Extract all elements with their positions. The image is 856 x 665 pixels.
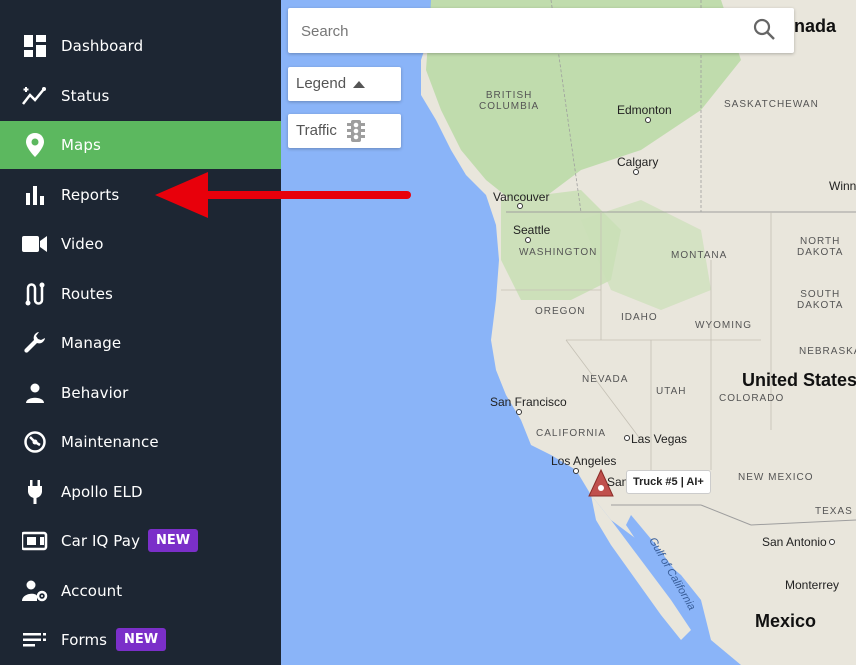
sidebar-item-label: Forms	[61, 631, 108, 649]
sidebar: Dashboard Status Maps Reports Video Rout…	[0, 0, 281, 665]
map-label-seattle: Seattle	[513, 223, 551, 237]
status-icon	[22, 84, 48, 108]
traffic-label: Traffic	[296, 122, 337, 139]
sidebar-item-status[interactable]: Status	[0, 72, 281, 120]
map-label-calgary: Calgary	[617, 155, 659, 169]
map-label-new-mexico: NEW MEXICO	[738, 472, 814, 483]
map-label-utah: UTAH	[656, 386, 687, 397]
sidebar-item-label: Account	[61, 582, 123, 600]
sidebar-item-car-iq-pay[interactable]: Car IQ Pay NEW	[0, 517, 281, 565]
map-label-san-antonio: San Antonio	[762, 535, 827, 549]
map-label-wyoming: WYOMING	[695, 320, 752, 331]
map-label-oregon: OREGON	[535, 306, 586, 317]
city-dot	[573, 468, 579, 474]
map-label-idaho: IDAHO	[621, 312, 658, 323]
sidebar-item-maintenance[interactable]: Maintenance	[0, 418, 281, 466]
search-bar	[288, 8, 794, 53]
city-dot	[633, 169, 639, 175]
sidebar-item-label: Maintenance	[61, 433, 159, 451]
sidebar-item-video[interactable]: Video	[0, 220, 281, 268]
sidebar-item-label: Apollo ELD	[61, 483, 143, 501]
map-label-monterrey: Monterrey	[785, 578, 840, 592]
map-label-united-states: United States	[742, 370, 856, 390]
annotation-arrow-icon	[155, 172, 411, 218]
new-badge: NEW	[116, 628, 167, 651]
sidebar-item-apollo-eld[interactable]: Apollo ELD	[0, 468, 281, 516]
forms-icon	[22, 628, 48, 652]
map-label-colorado: COLORADO	[719, 393, 785, 404]
sidebar-item-forms[interactable]: Forms NEW	[0, 616, 281, 664]
map-label-british-columbia: BRITISH COLUMBIA	[479, 90, 540, 112]
account-settings-icon	[22, 579, 48, 603]
map-label-south-dakota: SOUTH DAKOTA	[797, 289, 844, 311]
truck-label[interactable]: Truck #5 | AI+	[626, 470, 711, 494]
maintenance-icon	[22, 430, 48, 454]
sidebar-item-routes[interactable]: Routes	[0, 270, 281, 318]
sidebar-item-label: Dashboard	[61, 37, 144, 55]
legend-label: Legend	[296, 75, 347, 92]
map-pin-icon	[22, 133, 48, 157]
traffic-light-icon	[347, 120, 365, 142]
city-dot	[624, 435, 630, 441]
routes-icon	[22, 282, 48, 306]
map-label-nebraska: NEBRASKA	[799, 346, 856, 357]
sidebar-item-label: Behavior	[61, 384, 129, 402]
map-label-north-dakota: NORTH DAKOTA	[797, 236, 844, 258]
map-label-vancouver: Vancouver	[493, 190, 550, 204]
map-label-nevada: NEVADA	[582, 374, 629, 385]
map-label-edmonton: Edmonton	[617, 103, 672, 117]
dashboard-icon	[22, 34, 48, 58]
map-label-winnipeg: Winn	[829, 179, 856, 193]
wrench-icon	[22, 331, 48, 355]
search-input[interactable]	[301, 18, 741, 44]
map-label-canada: nada	[794, 16, 837, 36]
video-camera-icon	[22, 232, 48, 256]
sidebar-item-label: Manage	[61, 334, 122, 352]
plug-icon	[22, 480, 48, 504]
sidebar-item-behavior[interactable]: Behavior	[0, 369, 281, 417]
sidebar-item-label: Routes	[61, 285, 113, 303]
map-label-los-angeles: Los Angeles	[551, 454, 617, 468]
caret-up-icon	[353, 81, 365, 88]
sidebar-item-maps[interactable]: Maps	[0, 121, 281, 169]
city-dot	[517, 203, 523, 209]
city-dot	[645, 117, 651, 123]
sidebar-item-manage[interactable]: Manage	[0, 319, 281, 367]
sidebar-item-label: Video	[61, 235, 104, 253]
sidebar-item-label: Status	[61, 87, 110, 105]
search-icon[interactable]	[753, 18, 775, 45]
sidebar-item-account[interactable]: Account	[0, 567, 281, 615]
sidebar-item-label: Reports	[61, 186, 120, 204]
sidebar-item-dashboard[interactable]: Dashboard	[0, 22, 281, 70]
map-label-california: CALIFORNIA	[536, 428, 607, 439]
city-dot	[516, 409, 522, 415]
city-dot	[829, 539, 835, 545]
map-label-san-francisco: San Francisco	[490, 395, 567, 409]
legend-button[interactable]: Legend	[288, 67, 401, 101]
map-label-washington: WASHINGTON	[519, 247, 598, 258]
payment-icon	[22, 529, 48, 553]
new-badge: NEW	[148, 529, 199, 552]
map-label-las-vegas: Las Vegas	[631, 432, 688, 446]
map-label-saskatchewan: SASKATCHEWAN	[724, 99, 819, 110]
sidebar-item-label: Maps	[61, 136, 101, 154]
city-dot	[525, 237, 531, 243]
traffic-button[interactable]: Traffic	[288, 114, 401, 148]
map-label-montana: MONTANA	[671, 250, 728, 261]
bar-chart-icon	[22, 183, 48, 207]
person-icon	[22, 381, 48, 405]
map-label-mexico: Mexico	[755, 611, 817, 631]
sidebar-item-label: Car IQ Pay	[61, 532, 141, 550]
map-label-texas: TEXAS	[815, 506, 853, 517]
